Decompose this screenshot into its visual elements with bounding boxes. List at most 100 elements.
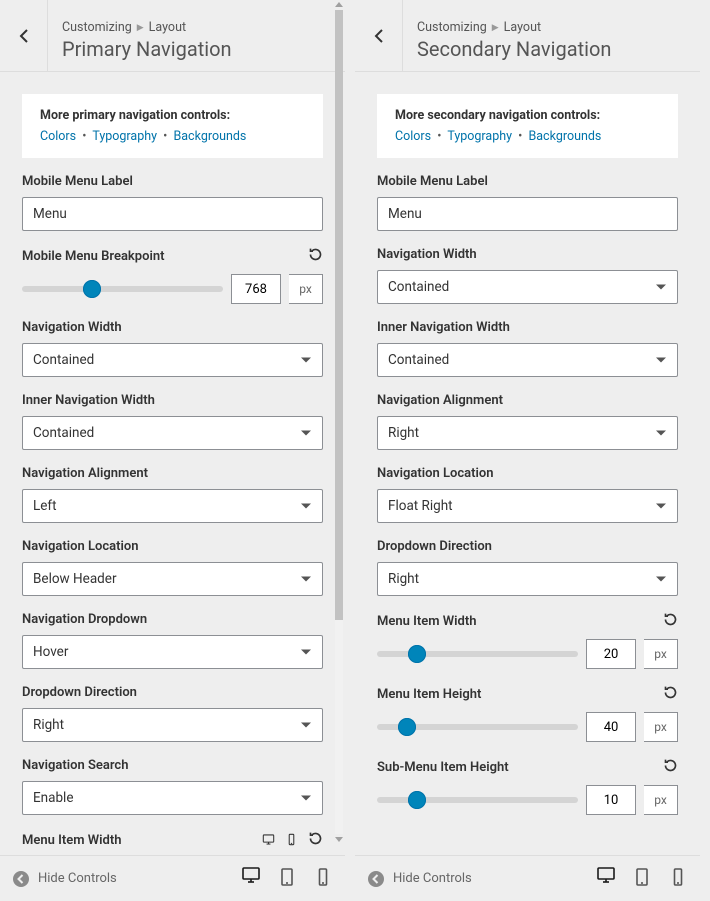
- scroll-up-icon[interactable]: [335, 2, 343, 7]
- field-dropdown-direction: Dropdown Direction Right: [377, 539, 678, 596]
- label: Mobile Menu Label: [377, 174, 488, 189]
- scrollbar[interactable]: [335, 2, 343, 842]
- slider-thumb[interactable]: [408, 645, 426, 663]
- menu-item-width-slider[interactable]: [377, 651, 578, 657]
- menu-item-height-input[interactable]: [586, 712, 636, 742]
- preview-desktop-button[interactable]: [596, 865, 616, 892]
- mobile-icon: [313, 867, 333, 887]
- hide-controls-button[interactable]: Hide Controls: [367, 870, 472, 888]
- scroll-track[interactable]: [335, 10, 343, 834]
- device-mobile-button[interactable]: [285, 831, 298, 850]
- reset-icon: [663, 758, 678, 773]
- breadcrumb: Customizing ▶ Layout: [62, 20, 232, 35]
- field-navigation-width: Navigation Width Contained: [377, 247, 678, 304]
- breakpoint-slider[interactable]: [22, 286, 223, 292]
- hide-controls-button[interactable]: Hide Controls: [12, 870, 117, 888]
- desktop-icon: [262, 833, 275, 846]
- inner-nav-width-select[interactable]: Contained: [22, 416, 323, 450]
- nav-search-select[interactable]: Enable: [22, 781, 323, 815]
- unit-label: px: [644, 712, 678, 742]
- nav-location-select[interactable]: Below Header: [22, 562, 323, 596]
- sub-menu-height-input[interactable]: [586, 785, 636, 815]
- panel-header: Customizing ▶ Layout Secondary Navigatio…: [355, 0, 700, 72]
- nav-dropdown-select[interactable]: Hover: [22, 635, 323, 669]
- slider-thumb[interactable]: [398, 718, 416, 736]
- label: Dropdown Direction: [377, 539, 492, 554]
- scroll-down-icon[interactable]: [335, 837, 343, 842]
- mobile-icon: [668, 867, 688, 887]
- link-backgrounds[interactable]: Backgrounds: [528, 129, 601, 144]
- mobile-icon: [285, 833, 298, 846]
- hide-controls-label: Hide Controls: [38, 871, 117, 886]
- back-button[interactable]: [355, 0, 403, 71]
- preview-mobile-button[interactable]: [313, 867, 333, 891]
- label: Mobile Menu Label: [22, 174, 133, 189]
- link-colors[interactable]: Colors: [40, 129, 76, 144]
- label: Navigation Location: [22, 539, 138, 554]
- customizer-panel-secondary: Customizing ▶ Layout Secondary Navigatio…: [355, 0, 700, 901]
- reset-icon: [663, 612, 678, 627]
- label: Navigation Alignment: [377, 393, 503, 408]
- reset-button[interactable]: [663, 758, 678, 777]
- mobile-menu-label-input[interactable]: [22, 197, 323, 231]
- reset-button[interactable]: [663, 612, 678, 631]
- link-typography[interactable]: Typography: [92, 129, 157, 144]
- preview-tablet-button[interactable]: [277, 867, 297, 891]
- field-nav-search: Navigation Search Enable: [22, 758, 323, 815]
- field-mobile-menu-label: Mobile Menu Label: [377, 174, 678, 231]
- label: Navigation Width: [22, 320, 122, 335]
- field-inner-nav-width: Inner Navigation Width Contained: [22, 393, 323, 450]
- nav-location-select[interactable]: Float Right: [377, 489, 678, 523]
- menu-item-height-slider[interactable]: [377, 724, 578, 730]
- dropdown-direction-select[interactable]: Right: [22, 708, 323, 742]
- link-typography[interactable]: Typography: [447, 129, 512, 144]
- sub-menu-height-slider[interactable]: [377, 797, 578, 803]
- unit-label: px: [289, 274, 323, 304]
- desktop-icon: [596, 865, 616, 885]
- breadcrumb-section: Layout: [504, 20, 541, 35]
- breadcrumb-root: Customizing: [417, 20, 487, 35]
- slider-thumb[interactable]: [83, 280, 101, 298]
- bullet-icon: •: [82, 129, 86, 144]
- back-button[interactable]: [0, 0, 48, 71]
- info-notice: More secondary navigation controls: Colo…: [377, 94, 678, 158]
- breakpoint-value-input[interactable]: [231, 274, 281, 304]
- link-colors[interactable]: Colors: [395, 129, 431, 144]
- field-nav-location: Navigation Location Float Right: [377, 466, 678, 523]
- breadcrumb-root: Customizing: [62, 20, 132, 35]
- reset-button[interactable]: [308, 247, 323, 266]
- desktop-icon: [241, 865, 261, 885]
- label: Navigation Location: [377, 466, 493, 481]
- panel-content: More secondary navigation controls: Colo…: [355, 72, 700, 855]
- preview-tablet-button[interactable]: [632, 867, 652, 891]
- inner-nav-width-select[interactable]: Contained: [377, 343, 678, 377]
- scroll-thumb[interactable]: [335, 10, 343, 620]
- reset-button[interactable]: [663, 685, 678, 704]
- label: Mobile Menu Breakpoint: [22, 249, 164, 264]
- mobile-menu-label-input[interactable]: [377, 197, 678, 231]
- breadcrumb: Customizing ▶ Layout: [417, 20, 611, 35]
- slider-thumb[interactable]: [408, 791, 426, 809]
- panel-footer: Hide Controls: [0, 855, 345, 901]
- navigation-width-select[interactable]: Contained: [22, 343, 323, 377]
- field-nav-location: Navigation Location Below Header: [22, 539, 323, 596]
- navigation-width-select[interactable]: Contained: [377, 270, 678, 304]
- panel-content: More primary navigation controls: Colors…: [0, 72, 345, 855]
- reset-icon: [663, 685, 678, 700]
- breadcrumb-section: Layout: [149, 20, 186, 35]
- preview-mobile-button[interactable]: [668, 867, 688, 891]
- menu-item-width-input[interactable]: [586, 639, 636, 669]
- dropdown-direction-select[interactable]: Right: [377, 562, 678, 596]
- nav-alignment-select[interactable]: Left: [22, 489, 323, 523]
- device-desktop-button[interactable]: [262, 831, 275, 850]
- field-dropdown-direction: Dropdown Direction Right: [22, 685, 323, 742]
- nav-alignment-select[interactable]: Right: [377, 416, 678, 450]
- customizer-panel-primary: Customizing ▶ Layout Primary Navigation …: [0, 0, 345, 901]
- preview-desktop-button[interactable]: [241, 865, 261, 892]
- reset-button[interactable]: [308, 831, 323, 850]
- link-backgrounds[interactable]: Backgrounds: [173, 129, 246, 144]
- chevron-left-icon: [15, 27, 33, 45]
- bullet-icon: •: [163, 129, 167, 144]
- field-sub-menu-height: Sub-Menu Item Height px: [377, 758, 678, 815]
- header-text: Customizing ▶ Layout Secondary Navigatio…: [403, 0, 625, 71]
